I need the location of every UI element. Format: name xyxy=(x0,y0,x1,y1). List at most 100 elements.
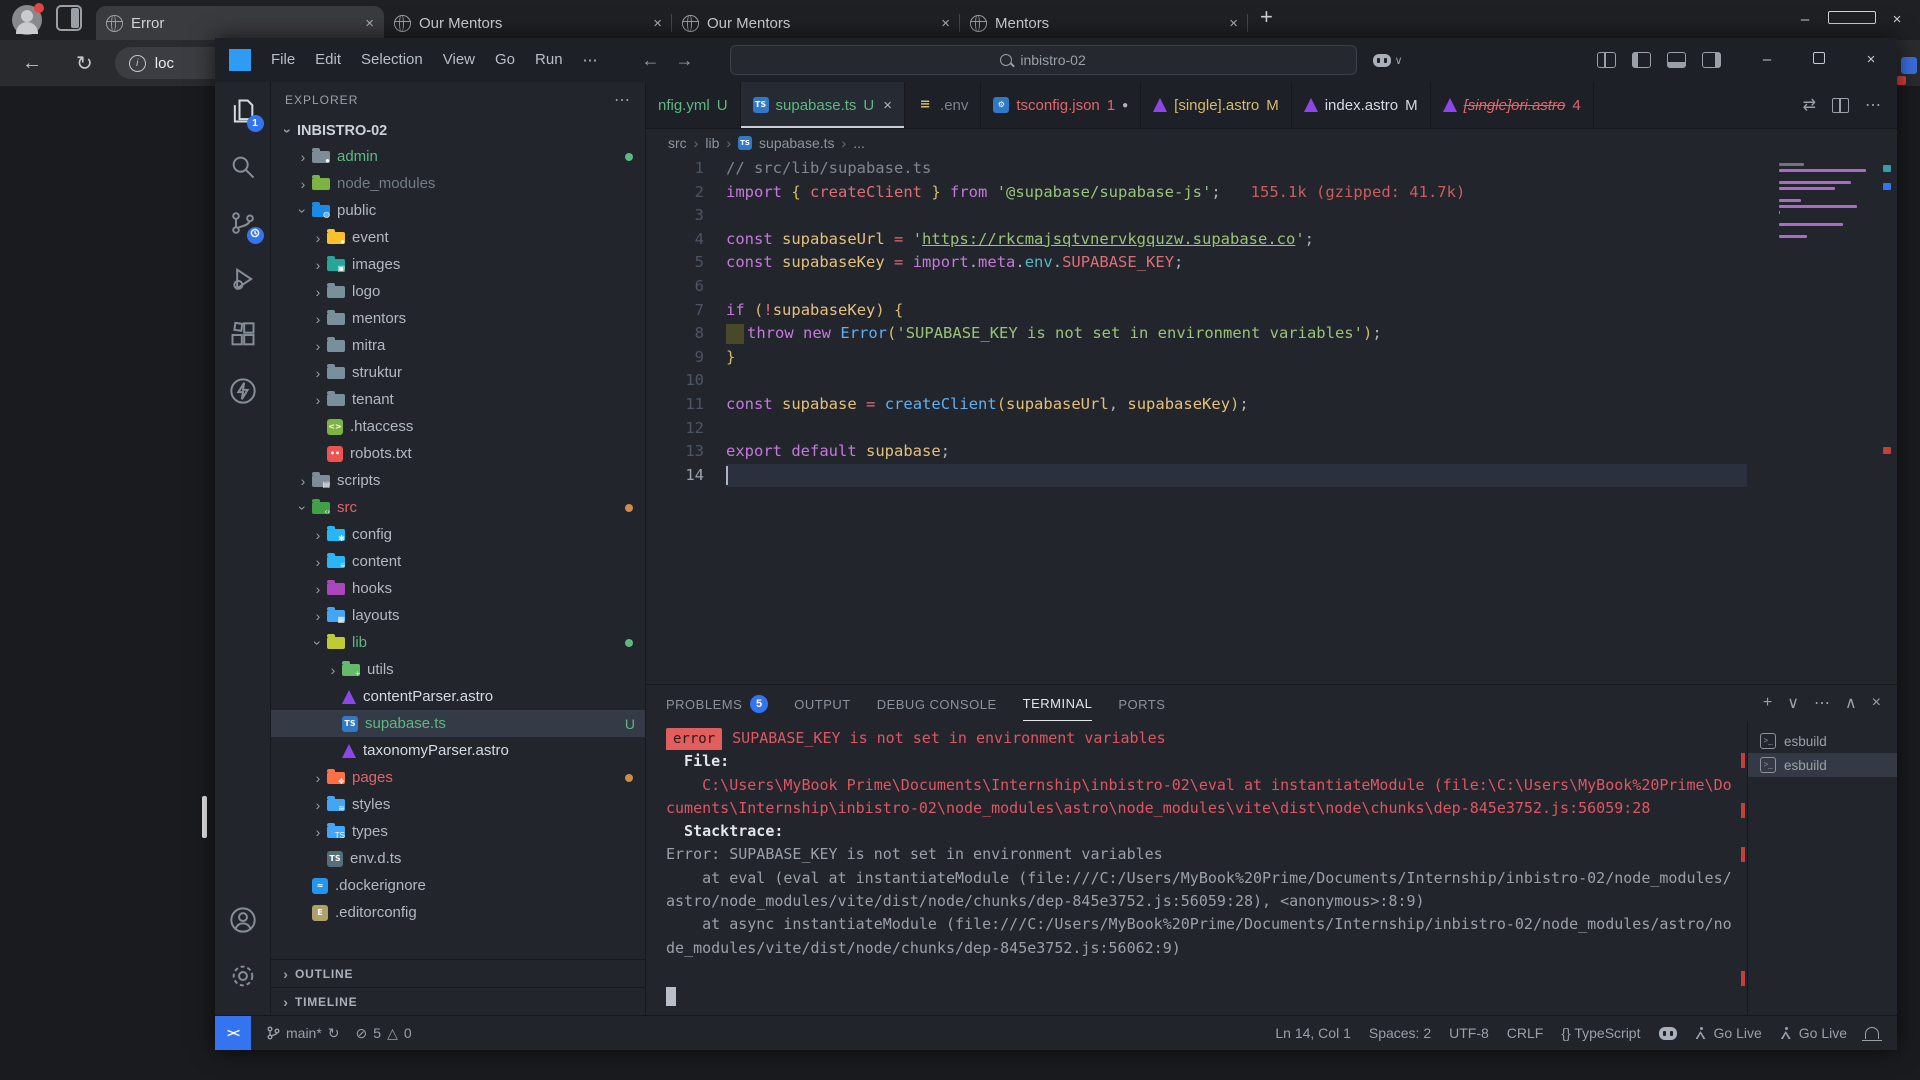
tree-item[interactable]: ••robots.txt xyxy=(271,440,645,467)
command-search-input[interactable]: inbistro-02 xyxy=(730,45,1357,75)
toggle-sidebar-icon[interactable] xyxy=(1632,52,1651,68)
nav-forward-icon[interactable]: → xyxy=(668,50,702,71)
code-line[interactable]: 3 xyxy=(646,204,1897,228)
terminal[interactable]: errorSUPABASE_KEY is not set in environm… xyxy=(646,721,1747,1015)
terminal-scrollbar[interactable] xyxy=(1737,725,1745,1011)
status-crlf-item[interactable]: CRLF xyxy=(1507,1025,1544,1041)
tree-item[interactable]: E.editorconfig xyxy=(271,899,645,926)
tree-item[interactable]: ›mentors xyxy=(271,305,645,332)
tree-item[interactable]: ›TStypes xyxy=(271,818,645,845)
status-ln-14-col-1-item[interactable]: Ln 14, Col 1 xyxy=(1275,1025,1351,1041)
tree-item[interactable]: ›logo xyxy=(271,278,645,305)
activity-run-debug-icon[interactable] xyxy=(226,262,260,296)
code-line[interactable]: 9} xyxy=(646,346,1897,370)
editor-tab[interactable]: nfig.ymlU xyxy=(646,82,741,128)
activity-lightning-icon[interactable] xyxy=(226,374,260,408)
code-editor[interactable]: 1// src/lib/supabase.ts2import { createC… xyxy=(646,157,1897,684)
panel-tab-ports[interactable]: PORTS xyxy=(1118,685,1165,721)
tree-item[interactable]: ›‹›src xyxy=(271,494,645,521)
panel-more-icon[interactable]: ⋯ xyxy=(1814,693,1830,713)
activity-files-icon[interactable]: 1 xyxy=(226,94,260,128)
terminal-instance[interactable]: >_esbuild xyxy=(1748,729,1897,753)
tree-item[interactable]: ›≋styles xyxy=(271,791,645,818)
panel-tab-problems[interactable]: PROBLEMS5 xyxy=(666,685,768,721)
tree-item[interactable]: ≈.dockerignore xyxy=(271,872,645,899)
breadcrumb-item[interactable]: ... xyxy=(853,135,865,151)
status-bell-item[interactable] xyxy=(1865,1027,1879,1039)
breadcrumb-item[interactable]: src xyxy=(668,135,687,151)
status-go-live-item[interactable]: Go Live xyxy=(1695,1025,1762,1041)
panel-tab-terminal[interactable]: TERMINAL xyxy=(1023,685,1093,721)
tab-workspaces-icon[interactable] xyxy=(56,5,82,31)
terminal-dropdown-icon[interactable]: ∨ xyxy=(1787,693,1799,713)
section-outline[interactable]: ›OUTLINE xyxy=(271,959,645,987)
activity-source-control-icon[interactable] xyxy=(226,206,260,240)
browser-profile-avatar[interactable] xyxy=(12,5,42,35)
tree-item[interactable]: ›hooks xyxy=(271,575,645,602)
code-line[interactable]: 11const supabase = createClient(supabase… xyxy=(646,393,1897,417)
status-copilot-item[interactable] xyxy=(1659,1027,1677,1040)
toggle-panel-icon[interactable] xyxy=(1667,52,1686,68)
tree-item[interactable]: ›◍public xyxy=(271,197,645,224)
explorer-more-actions-icon[interactable]: ⋯ xyxy=(614,90,631,110)
tree-item[interactable]: ›▤scripts xyxy=(271,467,645,494)
browser-minimize-button[interactable]: – xyxy=(1782,0,1828,40)
breadcrumb-item[interactable]: supabase.ts xyxy=(759,135,835,151)
vscode-maximize-button[interactable] xyxy=(1793,38,1845,82)
nav-back-icon[interactable]: ← xyxy=(634,50,668,71)
code-line[interactable]: 14 xyxy=(646,464,1897,488)
editor-tab[interactable]: index.astroM xyxy=(1292,82,1431,128)
menu-more[interactable]: ⋯ xyxy=(573,51,608,69)
site-info-icon[interactable]: i xyxy=(129,55,146,72)
tab-close-icon[interactable]: × xyxy=(365,15,374,32)
section-timeline[interactable]: ›TIMELINE xyxy=(271,987,645,1015)
browser-tab[interactable]: Mentors× xyxy=(960,6,1248,40)
code-line[interactable]: 4const supabaseUrl = 'https://rkcmajsqtv… xyxy=(646,228,1897,252)
new-terminal-icon[interactable]: + xyxy=(1763,694,1772,712)
copilot-menu[interactable]: ∨ xyxy=(1373,54,1403,67)
tab-close-icon[interactable]: × xyxy=(653,15,662,32)
tree-item[interactable]: ›mitra xyxy=(271,332,645,359)
tree-item[interactable]: TSsupabase.tsU xyxy=(271,710,645,737)
tree-item[interactable]: ›+utils xyxy=(271,656,645,683)
editor-tab[interactable]: ⚙tsconfig.json1● xyxy=(981,82,1141,128)
code-line[interactable]: 5const supabaseKey = import.meta.env.SUP… xyxy=(646,251,1897,275)
tree-item[interactable]: ›≡content xyxy=(271,548,645,575)
menu-selection[interactable]: Selection xyxy=(351,51,433,69)
menu-run[interactable]: Run xyxy=(525,51,573,69)
terminal-instance[interactable]: >_esbuild xyxy=(1748,753,1897,777)
status--typescript-item[interactable]: {} TypeScript xyxy=(1561,1025,1640,1041)
minimap[interactable] xyxy=(1779,163,1871,247)
editor-tab[interactable]: ≡.env xyxy=(905,82,981,128)
editor-tab[interactable]: [single].astroM xyxy=(1141,82,1292,128)
browser-maximize-button[interactable] xyxy=(1828,0,1874,40)
panel-tab-output[interactable]: OUTPUT xyxy=(794,685,850,721)
tree-item[interactable]: ›struktur xyxy=(271,359,645,386)
menu-view[interactable]: View xyxy=(433,51,485,69)
activity-extensions-icon[interactable] xyxy=(226,318,260,352)
tree-item[interactable]: ›●admin xyxy=(271,143,645,170)
tree-item[interactable]: contentParser.astro xyxy=(271,683,645,710)
tree-item[interactable]: taxonomyParser.astro xyxy=(271,737,645,764)
tree-item[interactable]: TSenv.d.ts xyxy=(271,845,645,872)
reload-button[interactable]: ↻ xyxy=(76,51,93,76)
compare-changes-icon[interactable]: ⇄ xyxy=(1803,95,1816,115)
tree-item[interactable]: ›node_modules xyxy=(271,170,645,197)
code-line[interactable]: 13export default supabase; xyxy=(646,440,1897,464)
back-button[interactable]: ← xyxy=(22,52,42,75)
browser-tab[interactable]: Error× xyxy=(96,6,384,40)
customize-layout-icon[interactable] xyxy=(1597,52,1616,68)
menu-edit[interactable]: Edit xyxy=(305,51,351,69)
tree-item[interactable]: ›▦layouts xyxy=(271,602,645,629)
status-utf-8-item[interactable]: UTF-8 xyxy=(1449,1025,1489,1041)
editor-tab[interactable]: [single]ori.astro4 xyxy=(1431,82,1594,128)
problems-item[interactable]: ⊘5 △0 xyxy=(356,1025,412,1042)
tab-close-icon[interactable]: × xyxy=(883,97,892,114)
toggle-secondary-sidebar-icon[interactable] xyxy=(1702,52,1721,68)
menu-go[interactable]: Go xyxy=(485,51,525,69)
tree-item[interactable]: ›tenant xyxy=(271,386,645,413)
code-line[interactable]: 2import { createClient } from '@supabase… xyxy=(646,181,1897,205)
tree-root[interactable]: › INBISTRO-02 xyxy=(271,118,645,143)
code-line[interactable]: 10 xyxy=(646,369,1897,393)
code-line[interactable]: 6 xyxy=(646,275,1897,299)
